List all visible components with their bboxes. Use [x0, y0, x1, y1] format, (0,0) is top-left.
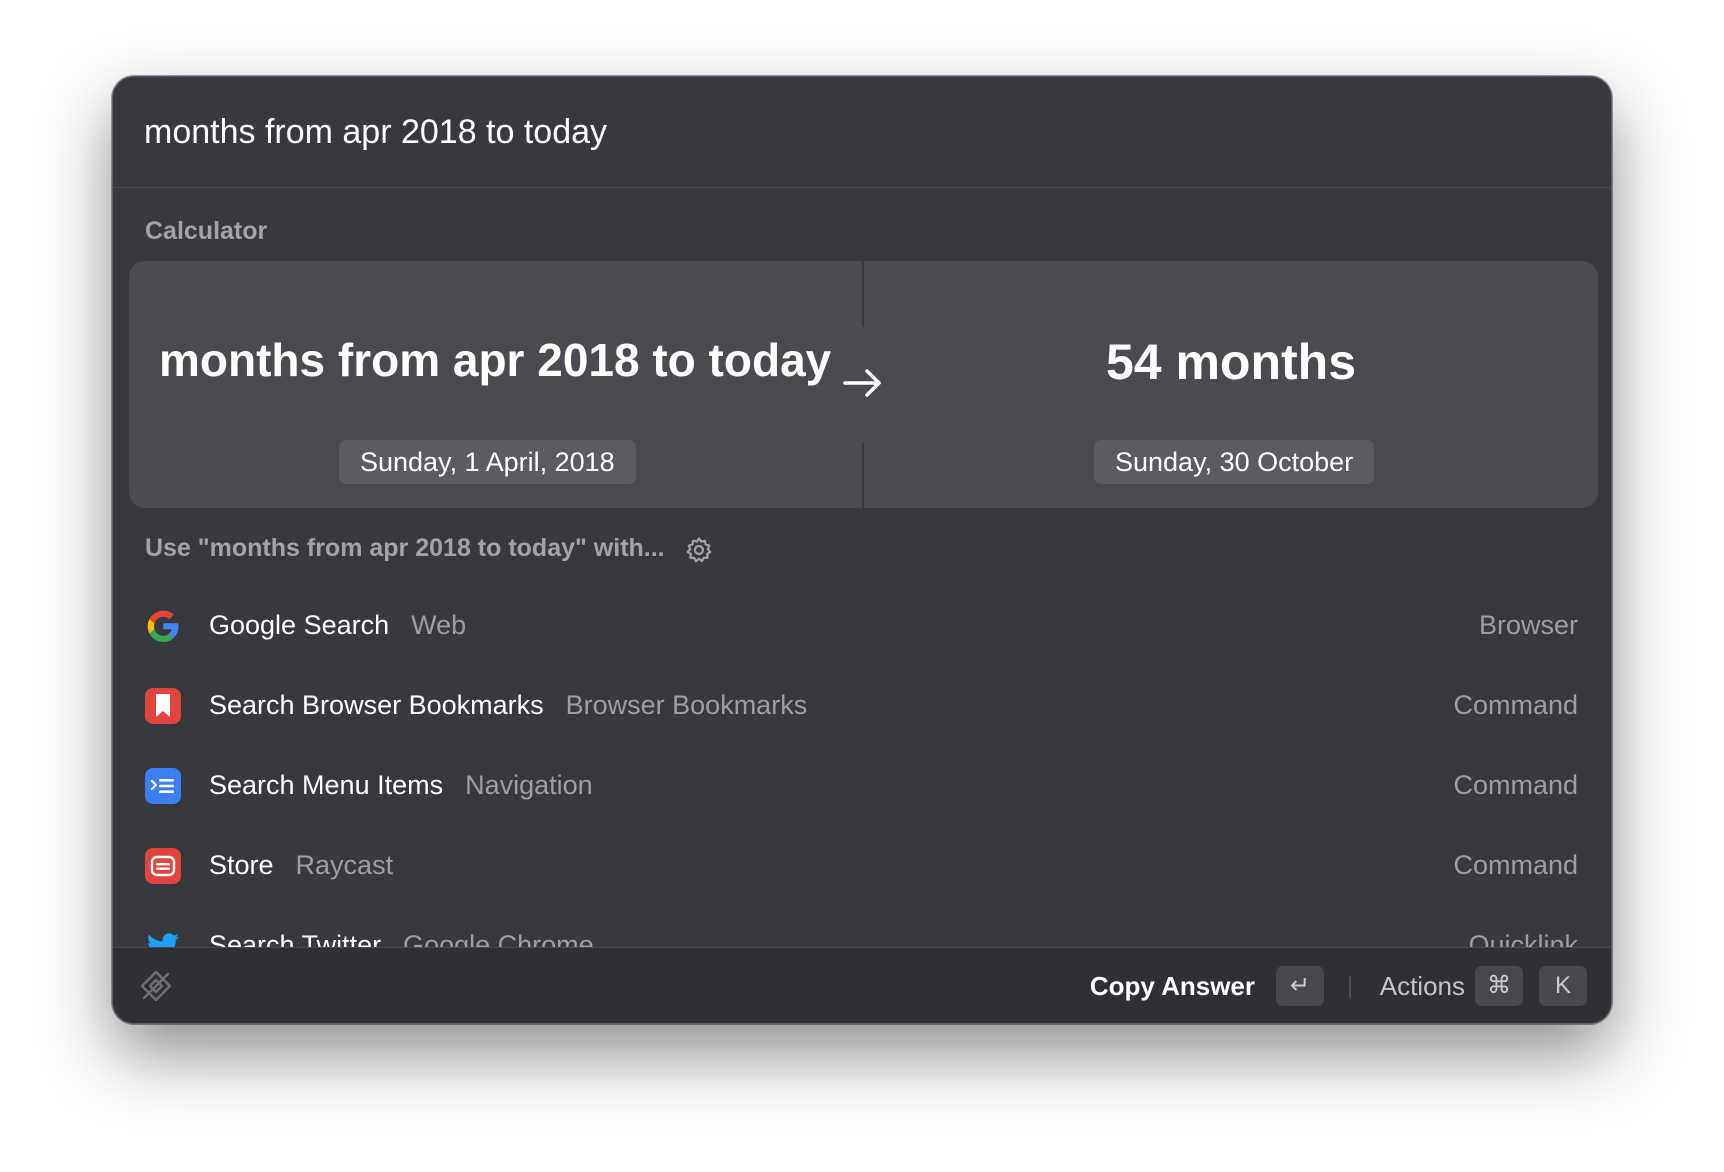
list-item-title: Store Raycast — [209, 850, 394, 880]
list-item-kind: Command — [1453, 850, 1578, 880]
k-key-hint: K — [1539, 966, 1587, 1006]
list-item-title: Search Menu Items Navigation — [209, 770, 593, 800]
list-item-title: Google Search Web — [209, 610, 467, 640]
enter-key-hint: ↵ — [1276, 966, 1324, 1006]
list-item-kind: Browser — [1478, 610, 1578, 640]
list-item-search-browser-bookmarks[interactable]: Search Browser Bookmarks Browser Bookmark… — [113, 668, 1611, 748]
list-item-google-search[interactable]: Google Search Web Browser — [113, 588, 1611, 668]
actions-button[interactable]: Actions — [1380, 971, 1465, 1002]
gear-icon[interactable] — [685, 536, 713, 564]
calculator-section-title: Calculator — [145, 217, 268, 245]
footer-divider — [1349, 976, 1351, 998]
list-item-subtitle: Web — [411, 610, 467, 640]
search-input[interactable] — [144, 107, 1444, 157]
list-item-search-menu-items[interactable]: Search Menu Items Navigation Command — [113, 748, 1611, 828]
list-item-title: Search Browser Bookmarks Browser Bookmark… — [209, 690, 808, 720]
calculator-expression: months from apr 2018 to today — [159, 334, 832, 386]
list-item-subtitle: Raycast — [295, 850, 394, 880]
launcher-window: Calculator months from apr 2018 to today… — [112, 76, 1612, 1024]
calculator-result-card[interactable]: months from apr 2018 to today Sunday, 1 … — [129, 261, 1598, 508]
list-item-subtitle: Browser Bookmarks — [565, 690, 808, 720]
search-bar — [113, 77, 1611, 188]
list-item-kind: Command — [1453, 770, 1578, 800]
calculator-result: 54 months — [1105, 334, 1357, 390]
bookmark-icon — [145, 688, 181, 724]
calculator-result-detail: Sunday, 30 October — [1094, 440, 1375, 484]
list-item-kind: Command — [1453, 690, 1578, 720]
calculator-expression-detail: Sunday, 1 April, 2018 — [339, 440, 636, 484]
command-key-hint: ⌘ — [1475, 966, 1523, 1006]
google-icon — [147, 610, 179, 642]
action-bar: Copy Answer ↵ Actions ⌘ K — [113, 947, 1611, 1023]
use-with-label: Use "months from apr 2018 to today" with… — [145, 534, 665, 562]
list-item-subtitle: Navigation — [465, 770, 593, 800]
copy-answer-button[interactable]: Copy Answer — [1090, 971, 1255, 1002]
list-item-store[interactable]: Store Raycast Command — [113, 828, 1611, 908]
menu-items-icon — [145, 768, 181, 804]
calculator-expression-panel: months from apr 2018 to today Sunday, 1 … — [129, 261, 863, 508]
store-icon — [145, 848, 181, 884]
raycast-logo-icon[interactable] — [138, 968, 174, 1004]
calculator-result-panel: 54 months Sunday, 30 October — [864, 261, 1598, 508]
